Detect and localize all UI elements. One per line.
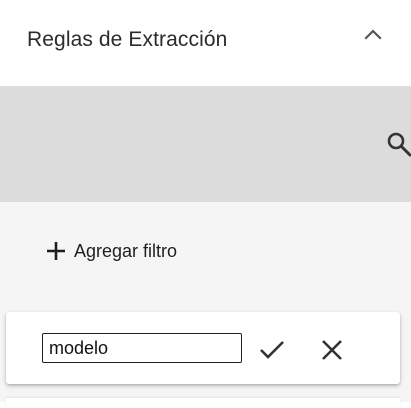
search-icon[interactable] xyxy=(386,131,411,157)
filter-area: Agregar filtro xyxy=(0,202,411,408)
add-filter-button[interactable]: Agregar filtro xyxy=(46,238,177,264)
filter-list-item xyxy=(6,398,400,408)
chevron-up-icon[interactable] xyxy=(362,26,384,42)
panel-title: Reglas de Extracción xyxy=(27,28,228,51)
extraction-rules-header[interactable]: Reglas de Extracción xyxy=(0,0,411,86)
filter-edit-row xyxy=(6,312,400,384)
add-filter-label: Agregar filtro xyxy=(74,240,178,261)
filter-name-input[interactable] xyxy=(42,333,242,363)
search-bar[interactable] xyxy=(0,86,411,202)
plus-icon xyxy=(46,241,66,261)
check-icon[interactable] xyxy=(258,337,286,363)
close-icon[interactable] xyxy=(319,337,345,363)
